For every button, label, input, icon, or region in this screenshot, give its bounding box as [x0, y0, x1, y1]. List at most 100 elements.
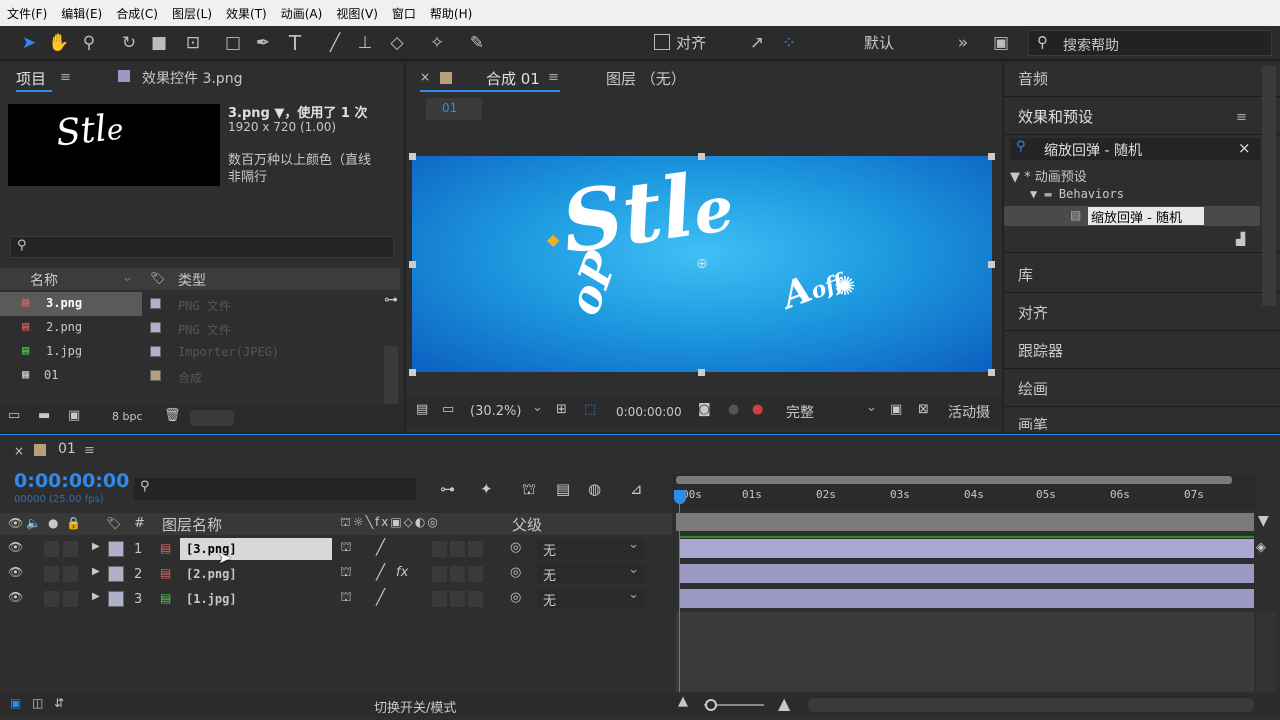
- switch-cell[interactable]: [450, 541, 465, 557]
- menu-window[interactable]: 窗口: [385, 5, 423, 22]
- parent-dropdown[interactable]: 无: [537, 562, 645, 584]
- quality-switch-icon[interactable]: ╱: [376, 588, 385, 606]
- sync-settings-icon[interactable]: ▣: [988, 32, 1014, 54]
- label-swatch[interactable]: [150, 322, 161, 333]
- column-parent[interactable]: 父级: [512, 514, 542, 535]
- zoom-in-icon[interactable]: ▲: [778, 694, 790, 713]
- column-number[interactable]: #: [134, 516, 145, 531]
- quality-switch-icon[interactable]: ╱: [376, 538, 385, 556]
- transform-handle[interactable]: [988, 369, 995, 376]
- transparency-grid-icon[interactable]: ⬚: [584, 402, 596, 417]
- column-name[interactable]: 名称: [30, 270, 58, 290]
- menu-animation[interactable]: 动画(A): [274, 5, 330, 22]
- layer-row[interactable]: 👁 ▶ 2 ▤ [2.png] ⛫ ╱ fx ◎ 无: [0, 562, 670, 586]
- transform-handle[interactable]: [988, 261, 995, 268]
- effects-search-input[interactable]: ⚲ 缩放回弹 - 随机 ×: [1010, 138, 1260, 160]
- switch-cell[interactable]: [432, 591, 447, 607]
- menu-effect[interactable]: 效果(T): [219, 5, 274, 22]
- brushes-panel-title[interactable]: 画笔: [1018, 414, 1048, 430]
- zoom-out-icon[interactable]: ▲: [678, 694, 688, 709]
- lock-icon[interactable]: 🔒: [66, 516, 81, 530]
- tree-animation-presets[interactable]: ▼ * 动画预设: [1010, 166, 1087, 185]
- viewer-time[interactable]: 0:00:00:00: [616, 405, 682, 419]
- pick-whip-icon[interactable]: ◎: [510, 565, 521, 580]
- more-workspaces-icon[interactable]: »: [952, 32, 974, 54]
- composition-canvas[interactable]: Stle oP Aoff ✺ ◆ ⊕: [409, 153, 995, 376]
- comp-breadcrumb[interactable]: 01: [426, 98, 482, 120]
- eye-icon[interactable]: 👁: [8, 540, 23, 554]
- eye-icon[interactable]: 👁: [8, 565, 23, 579]
- tab-effect-controls[interactable]: 效果控件 3.png: [142, 68, 242, 88]
- close-tab-icon[interactable]: ×: [14, 444, 24, 458]
- label-swatch[interactable]: [150, 370, 161, 381]
- transform-handle[interactable]: [409, 369, 416, 376]
- audio-panel-title[interactable]: 音频: [1018, 68, 1048, 89]
- workspace-default[interactable]: 默认: [864, 32, 894, 53]
- current-time-display[interactable]: 0:00:00:00: [14, 470, 129, 492]
- chevron-down-icon[interactable]: ⌄: [866, 400, 877, 415]
- transfer-controls-icon[interactable]: ◫: [32, 696, 43, 710]
- transform-handle[interactable]: [698, 369, 705, 376]
- expand-arrow-icon[interactable]: ▶: [92, 591, 100, 602]
- effect-switch[interactable]: fx: [396, 565, 408, 580]
- lock-cell[interactable]: [63, 591, 78, 607]
- search-help-field[interactable]: ⚲ 搜索帮助: [1028, 30, 1272, 56]
- resolution-dropdown[interactable]: 完整: [786, 402, 814, 422]
- playhead-handle[interactable]: [674, 490, 686, 504]
- new-preset-icon[interactable]: ▟: [1236, 232, 1245, 246]
- layer-label-swatch[interactable]: [108, 591, 124, 607]
- roto-brush-tool-icon[interactable]: ✧: [426, 32, 448, 54]
- column-layer-name[interactable]: 图层名称: [162, 514, 222, 535]
- video-toggle-icon[interactable]: 👁: [8, 516, 23, 530]
- layer-duration-bar[interactable]: [680, 539, 1254, 558]
- timeline-empty-area[interactable]: [676, 612, 1254, 692]
- layer-label-swatch[interactable]: [108, 541, 124, 557]
- layer-label-swatch[interactable]: [108, 566, 124, 582]
- region-of-interest-icon[interactable]: ▣: [890, 402, 902, 417]
- puppet-pin-tool-icon[interactable]: ✎: [466, 32, 488, 54]
- eye-icon[interactable]: 👁: [8, 590, 23, 604]
- audio-toggle-icon[interactable]: 🔈: [26, 516, 41, 530]
- clear-search-icon[interactable]: ×: [1238, 139, 1251, 157]
- rotate-tool-icon[interactable]: ↻: [118, 32, 140, 54]
- frame-blending-icon[interactable]: ▤: [556, 480, 570, 498]
- toggle-switches-modes[interactable]: 切换开关/模式: [374, 697, 456, 716]
- menu-edit[interactable]: 编辑(E): [54, 5, 109, 22]
- shy-layers-icon[interactable]: ⛫: [522, 480, 536, 500]
- quality-switch-icon[interactable]: ╱: [376, 563, 385, 581]
- footer-slider[interactable]: [190, 410, 234, 426]
- shy-switch-icon[interactable]: ⛫: [340, 565, 352, 582]
- snap-icon[interactable]: ↗: [746, 32, 768, 54]
- time-ruler[interactable]: 00s 01s 02s 03s 04s 05s 06s 07s: [672, 474, 1256, 510]
- selection-tool-icon[interactable]: ➤: [18, 32, 40, 54]
- brush-tool-icon[interactable]: ╱: [324, 32, 346, 54]
- switch-cell[interactable]: [468, 541, 483, 557]
- transform-handle[interactable]: [409, 261, 416, 268]
- zoom-slider-thumb[interactable]: [705, 699, 717, 711]
- layer-switches-icon[interactable]: ▣: [10, 696, 21, 710]
- layer-row[interactable]: 👁 ▶ 1 ▤ [3.png] ➤ ⛫ ╱ ◎ 无: [0, 537, 670, 567]
- snap-grid-icon[interactable]: ⁘: [778, 32, 800, 54]
- camera-tool-icon[interactable]: ■: [148, 32, 170, 54]
- project-item[interactable]: ▦ 01 合成: [0, 364, 380, 388]
- label-swatch[interactable]: [150, 346, 161, 357]
- switch-cell[interactable]: [450, 591, 465, 607]
- zoom-dropdown[interactable]: (30.2%): [470, 404, 521, 419]
- panel-menu-icon[interactable]: ≡: [1236, 110, 1247, 125]
- solo-cell[interactable]: [44, 591, 59, 607]
- trash-icon[interactable]: 🗑: [164, 408, 181, 423]
- label-tag-icon[interactable]: 🏷: [106, 516, 121, 530]
- timeline-scrollbar[interactable]: [1256, 612, 1276, 692]
- panel-menu-icon[interactable]: ≡: [548, 70, 559, 85]
- column-type[interactable]: 类型: [178, 270, 206, 290]
- project-search-input[interactable]: ⚲: [10, 236, 394, 258]
- layer-end-marker-icon[interactable]: ◈: [1256, 540, 1266, 555]
- grid-guides-icon[interactable]: ⊞: [556, 402, 567, 417]
- tracker-panel-title[interactable]: 跟踪器: [1018, 340, 1063, 361]
- eraser-tool-icon[interactable]: ◇: [386, 32, 408, 54]
- in-out-icon[interactable]: ⇵: [54, 696, 64, 710]
- library-panel-title[interactable]: 库: [1018, 264, 1033, 285]
- timeline-horizontal-scrollbar[interactable]: [808, 698, 1254, 712]
- switch-cell[interactable]: [450, 566, 465, 582]
- new-composition-icon[interactable]: ▣: [68, 408, 80, 423]
